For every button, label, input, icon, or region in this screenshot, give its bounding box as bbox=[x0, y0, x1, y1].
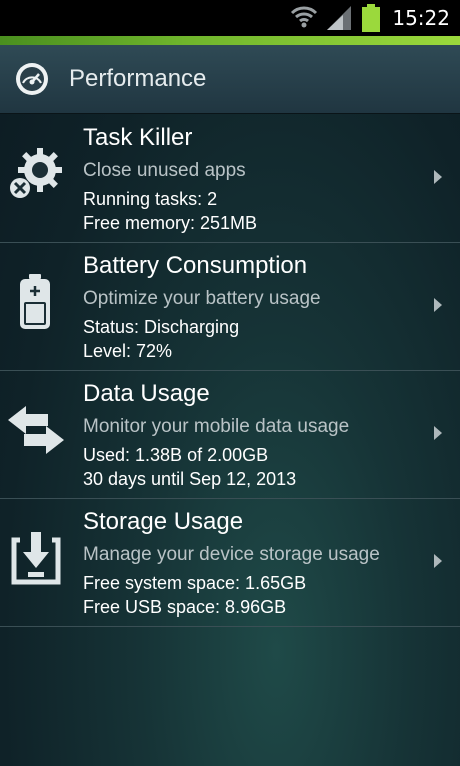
chevron-right-icon bbox=[434, 298, 442, 312]
item-subtitle: Manage your device storage usage bbox=[83, 544, 380, 565]
item-detail-1: Used: 1.38B of 2.00GB bbox=[83, 445, 269, 465]
signal-icon bbox=[325, 4, 353, 34]
item-title: Storage Usage bbox=[83, 508, 244, 535]
wifi-icon bbox=[290, 4, 318, 34]
item-title: Battery Consumption bbox=[83, 252, 308, 279]
item-detail-2: 30 days until Sep 12, 2013 bbox=[83, 469, 297, 489]
list-item-data-usage[interactable]: Data Usage Monitor your mobile data usag… bbox=[0, 370, 460, 499]
item-detail-2: Free memory: 251MB bbox=[83, 213, 258, 233]
item-detail-1: Running tasks: 2 bbox=[83, 189, 218, 209]
storage-download-icon bbox=[6, 528, 66, 588]
battery-icon bbox=[6, 272, 66, 332]
item-subtitle: Monitor your mobile data usage bbox=[83, 416, 350, 437]
list-item-storage-usage[interactable]: Storage Usage Manage your device storage… bbox=[0, 498, 460, 627]
item-subtitle: Close unused apps bbox=[83, 160, 246, 181]
chevron-right-icon bbox=[434, 554, 442, 568]
list-item-task-killer[interactable]: Task Killer Close unused apps Running ta… bbox=[0, 114, 460, 243]
item-subtitle: Optimize your battery usage bbox=[83, 288, 321, 309]
item-detail-2: Level: 72% bbox=[83, 341, 173, 361]
item-title: Data Usage bbox=[83, 380, 210, 407]
page-title: Performance bbox=[69, 65, 207, 92]
list-item-battery-consumption[interactable]: Battery Consumption Optimize your batter… bbox=[0, 242, 460, 371]
chevron-right-icon bbox=[434, 426, 442, 440]
battery-icon bbox=[362, 4, 380, 36]
transfer-arrows-icon bbox=[6, 400, 66, 460]
accent-bar bbox=[0, 36, 460, 45]
item-detail-2: Free USB space: 8.96GB bbox=[83, 597, 287, 617]
status-bar: 15:22 bbox=[0, 0, 460, 36]
item-detail-1: Status: Discharging bbox=[83, 317, 240, 337]
chevron-right-icon bbox=[434, 170, 442, 184]
action-bar: 〈 Performance bbox=[0, 45, 460, 114]
speedometer-icon[interactable] bbox=[14, 61, 50, 101]
clock: 15:22 bbox=[392, 6, 450, 30]
gear-close-icon bbox=[6, 144, 66, 204]
item-detail-1: Free system space: 1.65GB bbox=[83, 573, 307, 593]
item-title: Task Killer bbox=[83, 124, 193, 151]
